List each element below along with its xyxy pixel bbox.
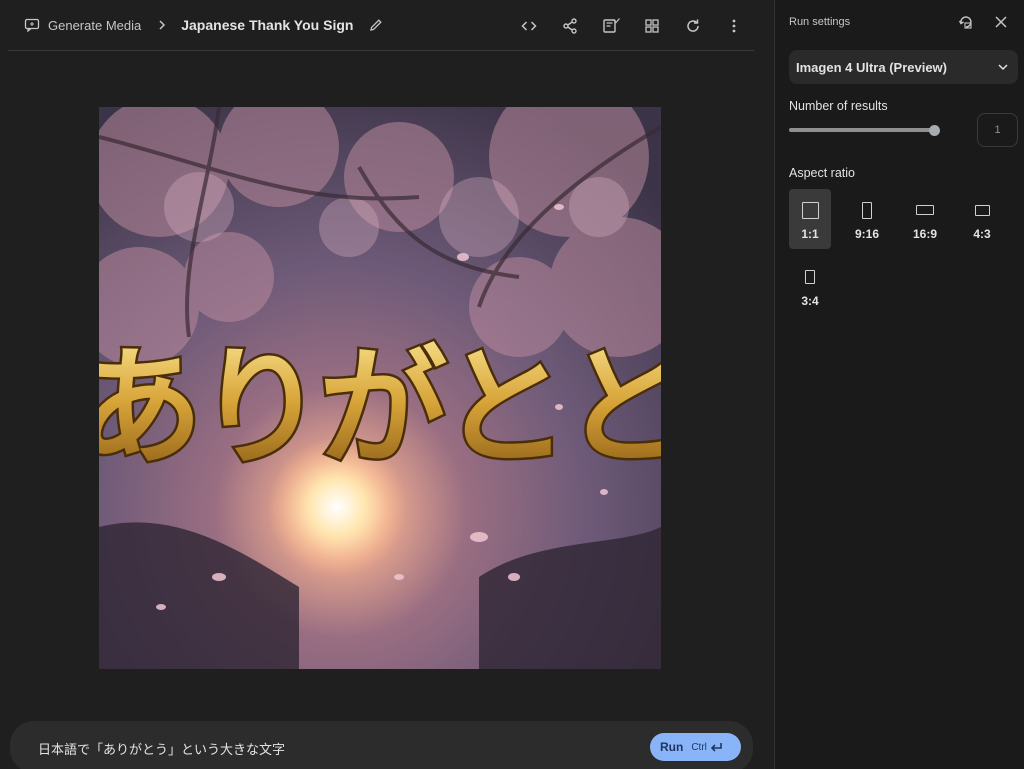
image-caption-text: ありがとと xyxy=(99,334,661,483)
breadcrumb: Generate Media Japanese Thank You Sign xyxy=(8,0,387,50)
panel-title: Run settings xyxy=(789,16,851,28)
run-shortcut-label: Ctrl xyxy=(691,741,707,753)
aspect-option-label: 16:9 xyxy=(912,227,938,241)
model-select-value: Imagen 4 Ultra (Preview) xyxy=(796,59,947,75)
aspect-option-9-16[interactable]: 9:16 xyxy=(846,189,888,249)
close-icon[interactable] xyxy=(991,12,1011,32)
landscape-ratio-icon xyxy=(974,201,990,219)
enter-icon xyxy=(710,743,722,752)
panel-header: Run settings xyxy=(775,0,1024,44)
grid-icon[interactable] xyxy=(632,6,672,46)
more-vert-icon[interactable] xyxy=(714,6,754,46)
app-root: Generate Media Japanese Thank You Sign あ… xyxy=(0,0,1024,769)
results-slider-track[interactable] xyxy=(789,128,935,132)
model-select[interactable]: Imagen 4 Ultra (Preview) xyxy=(789,50,1018,84)
aspect-ratio-label: Aspect ratio xyxy=(789,166,856,180)
save-check-icon[interactable] xyxy=(591,6,631,46)
aspect-option-4-3[interactable]: 4:3 xyxy=(961,189,1003,249)
aspect-option-label: 9:16 xyxy=(854,227,880,241)
prompt-input[interactable]: 日本語で「ありがとう」という大きな文字 xyxy=(38,739,285,758)
portrait-ratio-icon xyxy=(805,268,815,286)
reset-settings-icon[interactable] xyxy=(956,12,976,32)
run-settings-panel: Run settings Imagen 4 Ultra (Preview) Nu… xyxy=(774,0,1024,769)
prompt-bar: 日本語で「ありがとう」という大きな文字 Run Ctrl xyxy=(10,721,753,769)
page-title: Japanese Thank You Sign xyxy=(181,17,354,33)
run-shortcut: Ctrl xyxy=(691,742,723,753)
aspect-option-16-9[interactable]: 16:9 xyxy=(904,189,946,249)
chat-spark-icon xyxy=(24,17,40,33)
square-ratio-icon xyxy=(801,201,819,219)
pencil-icon[interactable] xyxy=(365,14,387,36)
code-icon[interactable] xyxy=(509,6,549,46)
results-number-input[interactable]: 1 xyxy=(977,113,1018,147)
aspect-option-label: 4:3 xyxy=(973,227,991,241)
top-bar: Generate Media Japanese Thank You Sign xyxy=(8,0,754,51)
main-area: Generate Media Japanese Thank You Sign あ… xyxy=(0,0,774,769)
aspect-option-1-1[interactable]: 1:1 xyxy=(789,189,831,249)
run-button[interactable]: Run Ctrl xyxy=(650,733,741,761)
toolbar xyxy=(508,0,754,51)
results-slider-thumb[interactable] xyxy=(929,125,940,136)
aspect-option-label: 3:4 xyxy=(801,294,819,308)
aspect-option-label: 1:1 xyxy=(801,227,819,241)
run-button-label: Run xyxy=(660,740,684,754)
chevron-down-icon xyxy=(996,60,1010,74)
portrait-ratio-icon xyxy=(862,201,872,219)
aspect-option-3-4[interactable]: 3:4 xyxy=(789,256,831,316)
generated-image[interactable]: ありがとと xyxy=(99,107,661,669)
results-label: Number of results xyxy=(789,99,888,113)
chevron-right-icon xyxy=(157,19,167,31)
share-icon[interactable] xyxy=(550,6,590,46)
breadcrumb-link-generate-media[interactable]: Generate Media xyxy=(48,18,141,33)
landscape-ratio-icon xyxy=(916,201,934,219)
refresh-icon[interactable] xyxy=(673,6,713,46)
